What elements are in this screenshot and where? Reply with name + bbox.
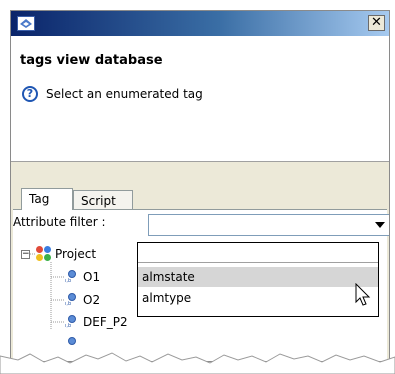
attribute-filter-select[interactable] [148, 214, 389, 236]
tree-item-label: O2 [83, 293, 101, 307]
collapse-icon[interactable]: − [21, 249, 30, 259]
header-area: tags view database ? Select an enumerate… [11, 36, 389, 161]
dropdown-option-blank[interactable] [138, 243, 378, 263]
tag-icon: ı,b [65, 315, 79, 329]
tree-item-o1[interactable]: ı,b O1 [65, 268, 100, 286]
page-title: tags view database [20, 53, 163, 68]
attribute-filter-dropdown: almstate almtype [137, 242, 379, 317]
tree-item-label: O1 [83, 270, 101, 284]
close-icon: ✕ [371, 15, 382, 30]
tree-item-o2[interactable]: ı,b O2 [65, 291, 100, 309]
chevron-down-icon[interactable] [375, 222, 385, 228]
attribute-filter-label: Attribute filter : [13, 215, 106, 229]
close-button[interactable]: ✕ [368, 15, 385, 31]
window-icon [20, 19, 32, 28]
tree-item-def-p2[interactable]: ı,b DEF_P2 [65, 313, 128, 331]
title-bar: ✕ [11, 11, 389, 36]
torn-edge [0, 352, 395, 374]
tab-script[interactable]: Script [73, 190, 133, 210]
tree-item-label: DEF_P2 [83, 315, 128, 329]
help-icon: ? [22, 86, 38, 102]
help-text: Select an enumerated tag [46, 87, 203, 101]
help-row: ? Select an enumerated tag [22, 86, 203, 102]
tag-icon: ı,b [65, 270, 79, 284]
tree-root-label: Project [55, 247, 97, 261]
tag-icon: ı,b [65, 293, 79, 307]
mouse-cursor-icon [355, 283, 371, 306]
tree-root-project[interactable]: − Project [21, 245, 96, 263]
dropdown-option-almtype[interactable]: almtype [138, 288, 378, 308]
tab-tag[interactable]: Tag [21, 188, 73, 210]
tag-icon [65, 337, 79, 351]
dropdown-option-almstate[interactable]: almstate [138, 267, 378, 287]
app-icon [17, 16, 35, 31]
project-icon [36, 246, 52, 262]
